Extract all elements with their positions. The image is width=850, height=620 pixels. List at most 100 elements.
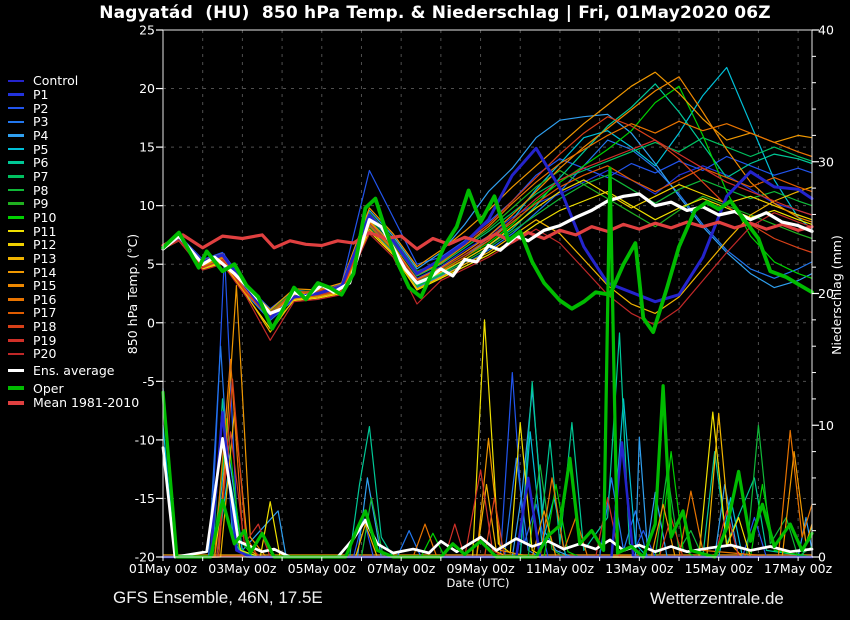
legend-color-swatch	[8, 353, 24, 356]
legend-color-swatch	[8, 189, 24, 192]
legend: ControlP1P2P3P4P5P6P7P8P9P10P11P12P13P14…	[8, 74, 139, 410]
legend-item-p7: P7	[8, 170, 139, 184]
legend-label: P5	[33, 143, 49, 156]
legend-label: Oper	[33, 382, 64, 395]
svg-text:20: 20	[139, 81, 155, 96]
legend-label: P19	[33, 334, 56, 347]
legend-item-p12: P12	[8, 238, 139, 252]
legend-item-ens-average: Ens. average	[8, 364, 139, 378]
legend-item-p11: P11	[8, 224, 139, 238]
svg-text:09May 00z: 09May 00z	[446, 561, 515, 576]
svg-text:0: 0	[147, 315, 155, 330]
grid	[163, 30, 812, 557]
legend-color-swatch	[8, 93, 24, 96]
legend-item-p10: P10	[8, 211, 139, 225]
legend-item-p15: P15	[8, 279, 139, 293]
svg-text:17May 00z: 17May 00z	[764, 561, 833, 576]
svg-text:15May 00z: 15May 00z	[685, 561, 754, 576]
legend-item-control: Control	[8, 74, 139, 88]
legend-color-swatch	[8, 325, 24, 328]
series-p15	[163, 77, 812, 316]
legend-color-swatch	[8, 175, 24, 178]
legend-color-swatch	[8, 80, 24, 83]
legend-color-swatch	[8, 271, 24, 274]
legend-label: P2	[33, 102, 49, 115]
legend-item-p18: P18	[8, 320, 139, 334]
svg-text:15: 15	[139, 140, 155, 155]
legend-color-swatch	[8, 312, 24, 315]
legend-label: P11	[33, 225, 56, 238]
legend-color-swatch	[8, 386, 24, 390]
legend-label: P17	[33, 306, 56, 319]
legend-item-p1: P1	[8, 88, 139, 102]
site-credit-text: Wetterzentrale.de	[650, 589, 784, 609]
legend-item-oper: Oper	[8, 381, 139, 395]
legend-color-swatch	[8, 202, 24, 205]
svg-text:Date (UTC): Date (UTC)	[447, 576, 510, 590]
legend-item-p16: P16	[8, 293, 139, 307]
svg-text:-10: -10	[135, 432, 155, 447]
legend-label: P10	[33, 211, 56, 224]
series-p17	[163, 166, 812, 318]
legend-item-p19: P19	[8, 333, 139, 347]
legend-item-p6: P6	[8, 156, 139, 170]
svg-text:07May 00z: 07May 00z	[367, 561, 436, 576]
legend-item-p9: P9	[8, 197, 139, 211]
svg-text:10: 10	[139, 198, 155, 213]
legend-label: P4	[33, 129, 49, 142]
svg-text:-5: -5	[143, 374, 155, 389]
series-p5	[163, 68, 812, 558]
svg-text:Niederschlag (mm): Niederschlag (mm)	[829, 235, 844, 355]
svg-text:25: 25	[139, 23, 155, 38]
legend-color-swatch	[8, 230, 24, 233]
legend-color-swatch	[8, 216, 24, 219]
legend-label: Mean 1981-2010	[33, 396, 139, 409]
legend-label: P12	[33, 238, 56, 251]
series-p6	[163, 84, 812, 557]
legend-label: P9	[33, 197, 49, 210]
legend-item-p8: P8	[8, 183, 139, 197]
series	[163, 68, 812, 558]
svg-text:05May 00z: 05May 00z	[288, 561, 357, 576]
legend-color-swatch	[8, 161, 24, 164]
legend-color-swatch	[8, 257, 24, 260]
legend-label: P3	[33, 115, 49, 128]
svg-text:11May 00z: 11May 00z	[526, 561, 595, 576]
svg-text:30: 30	[818, 154, 834, 169]
meteogram-app: 2520151050-5-10-15-2040302010001May 00z0…	[0, 0, 850, 620]
svg-text:40: 40	[818, 23, 834, 38]
legend-color-swatch	[8, 298, 24, 301]
legend-color-swatch	[8, 148, 24, 151]
legend-color-swatch	[8, 401, 24, 405]
legend-color-swatch	[8, 107, 24, 110]
legend-label: P14	[33, 266, 56, 279]
model-info-text: GFS Ensemble, 46N, 17.5E	[113, 588, 323, 608]
legend-color-swatch	[8, 284, 24, 287]
svg-text:03May 00z: 03May 00z	[208, 561, 277, 576]
legend-label: P8	[33, 184, 49, 197]
svg-text:01May 00z: 01May 00z	[129, 561, 198, 576]
legend-item-p17: P17	[8, 306, 139, 320]
legend-item-p5: P5	[8, 142, 139, 156]
legend-color-swatch	[8, 121, 24, 124]
legend-item-p14: P14	[8, 265, 139, 279]
legend-label: Ens. average	[33, 364, 114, 377]
legend-item-p3: P3	[8, 115, 139, 129]
legend-label: P6	[33, 156, 49, 169]
legend-color-swatch	[8, 134, 24, 137]
legend-label: P20	[33, 347, 56, 360]
legend-item-p2: P2	[8, 101, 139, 115]
svg-text:10: 10	[818, 418, 834, 433]
legend-item-p4: P4	[8, 129, 139, 143]
legend-item-p13: P13	[8, 252, 139, 266]
legend-label: P7	[33, 170, 49, 183]
chart-title: Nagyatád (HU) 850 hPa Temp. & Niederschl…	[20, 3, 850, 23]
legend-label: P18	[33, 320, 56, 333]
legend-color-swatch	[8, 243, 24, 246]
svg-text:5: 5	[147, 257, 155, 272]
series-p2	[163, 157, 812, 558]
svg-text:-15: -15	[135, 491, 155, 506]
legend-label: Control	[33, 74, 78, 87]
legend-color-swatch	[8, 339, 24, 342]
legend-label: P16	[33, 293, 56, 306]
